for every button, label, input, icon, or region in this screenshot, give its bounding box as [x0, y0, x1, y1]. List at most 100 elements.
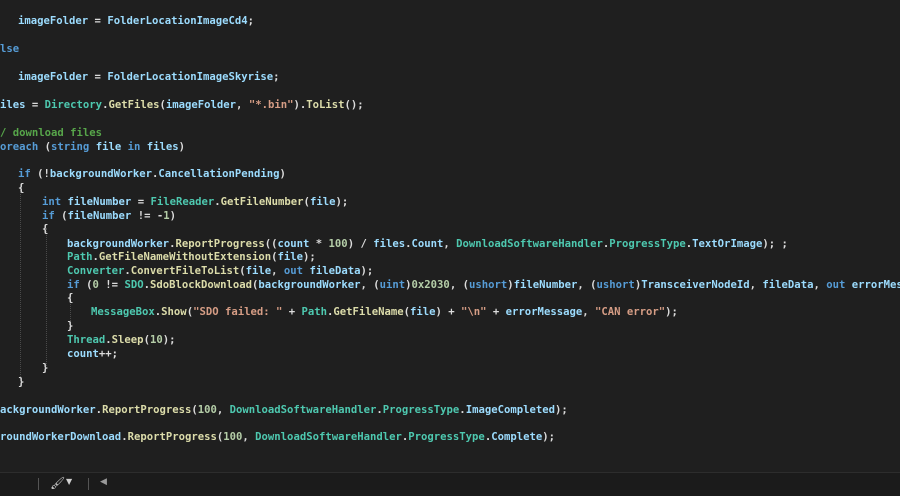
code-token: Show	[161, 306, 187, 318]
code-token: Thread	[67, 334, 106, 346]
code-token: imageFolder	[18, 15, 89, 27]
code-token: ,	[242, 431, 256, 443]
code-token: ConvertFileToList	[130, 265, 240, 277]
code-token: CancellationPending	[158, 168, 280, 180]
code-token: }	[67, 320, 74, 332]
code-line[interactable]: {	[67, 291, 73, 305]
code-line[interactable]: }	[42, 361, 48, 375]
code-token: ();	[344, 99, 364, 111]
code-line[interactable]: if (!backgroundWorker.CancellationPendin…	[18, 167, 286, 181]
code-token: ++;	[98, 348, 119, 360]
code-token: SdoBlockDownload	[149, 279, 253, 291]
code-token: fileNumber	[67, 210, 132, 222]
code-token: fileNumber	[67, 196, 132, 208]
code-line[interactable]: }	[18, 375, 24, 389]
code-token: errorMessage	[505, 306, 583, 318]
code-token: GetFiles	[108, 99, 160, 111]
code-line[interactable]: Thread.Sleep(10);	[67, 333, 175, 347]
code-line[interactable]: / download files	[0, 126, 102, 140]
code-line[interactable]: backgroundWorker.ReportProgress((count *…	[67, 237, 788, 251]
code-token: GetFileName	[333, 306, 404, 318]
code-line[interactable]: }	[67, 319, 73, 333]
code-token: (	[79, 279, 93, 291]
code-token: ) +	[435, 306, 462, 318]
code-token: oreach	[0, 141, 39, 153]
code-token: ,	[813, 279, 827, 291]
code-line[interactable]: lse	[0, 42, 19, 56]
code-token: Path	[301, 306, 328, 318]
code-token: ushort	[468, 279, 508, 291]
code-line[interactable]: {	[18, 181, 24, 195]
code-token: string	[51, 141, 90, 153]
code-line[interactable]: int fileNumber = FileReader.GetFileNumbe…	[42, 195, 348, 209]
code-token: Count	[411, 238, 444, 250]
code-token: }	[42, 362, 49, 374]
code-token: );	[554, 404, 568, 416]
code-token: Sleep	[111, 334, 144, 346]
code-token: file	[309, 196, 336, 208]
code-line[interactable]: count++;	[67, 347, 118, 361]
code-token: ProgressType	[408, 431, 485, 443]
triangle-left-icon[interactable]: ◀	[100, 477, 107, 487]
code-token: , (	[360, 279, 380, 291]
code-token: fileData	[762, 279, 814, 291]
code-token: 100	[223, 431, 243, 443]
code-token: ReportProgress	[127, 431, 217, 443]
code-line[interactable]: imageFolder = FolderLocationImageSkyrise…	[18, 70, 280, 84]
code-token: file	[409, 306, 436, 318]
code-token: DownloadSoftwareHandler	[456, 238, 603, 250]
code-token: / download files	[0, 127, 103, 139]
code-token: !=	[98, 279, 125, 291]
code-token: "CAN error"	[594, 306, 666, 318]
code-line[interactable]: iles = Directory.GetFiles(imageFolder, "…	[0, 98, 364, 112]
indent-guide	[20, 187, 21, 377]
code-line[interactable]: Converter.ConvertFileToList(file, out fi…	[67, 264, 373, 278]
code-token: backgroundWorker	[49, 168, 152, 180]
code-line[interactable]: Path.GetFileNameWithoutExtension(file);	[67, 250, 316, 264]
code-token: FolderLocationImageCd4	[107, 15, 248, 27]
code-token: ); ;	[762, 238, 788, 250]
code-token: ,	[443, 238, 457, 250]
code-token: backgroundWorker	[258, 279, 361, 291]
code-editor[interactable]: imageFolder = FolderLocationImageCd4; ls…	[0, 0, 900, 472]
code-line[interactable]: oreach (string file in files)	[0, 140, 185, 154]
code-line[interactable]: if (fileNumber != -1)	[42, 209, 176, 223]
code-line[interactable]: ackgroundWorker.ReportProgress(100, Down…	[0, 403, 568, 417]
code-token: ;	[247, 15, 255, 27]
code-token: ,	[216, 404, 230, 416]
code-token: Directory	[44, 99, 103, 111]
code-token: +	[282, 306, 302, 318]
code-token: )	[169, 210, 176, 222]
code-token: (	[38, 141, 52, 153]
code-token: count	[277, 238, 310, 250]
code-token: int	[42, 196, 62, 208]
caret-down-icon[interactable]: ▼	[66, 477, 72, 486]
code-token: (!	[30, 168, 50, 180]
code-token: *	[309, 238, 329, 250]
code-token: lse	[0, 43, 20, 55]
code-token: != -	[131, 210, 164, 222]
code-token: in	[127, 141, 141, 153]
code-token: {	[67, 292, 74, 304]
code-line[interactable]: roundWorkerDownload.ReportProgress(100, …	[0, 430, 555, 444]
code-token: 100	[328, 238, 348, 250]
code-token: out	[283, 265, 304, 277]
code-line[interactable]: if (0 != SDO.SdoBlockDownload(background…	[67, 278, 900, 292]
code-token: DownloadSoftwareHandler	[229, 404, 377, 416]
code-token: , (	[577, 279, 597, 291]
code-line[interactable]: MessageBox.Show("SDO failed: " + Path.Ge…	[91, 305, 678, 319]
code-token: );	[665, 306, 678, 318]
code-token: FolderLocationImageSkyrise	[107, 71, 274, 83]
code-token: "*.bin"	[248, 99, 294, 111]
code-line[interactable]: {	[42, 222, 48, 236]
indent-guide	[46, 228, 47, 366]
code-token: files	[146, 141, 179, 153]
code-token: );	[303, 251, 316, 263]
code-token: ;	[273, 71, 280, 83]
paintbrush-icon[interactable]: 🖌︎	[50, 476, 65, 490]
code-token: 100	[197, 404, 217, 416]
code-token: }	[18, 376, 25, 388]
code-token: );	[335, 196, 349, 208]
code-token: files	[373, 238, 406, 250]
code-line[interactable]: imageFolder = FolderLocationImageCd4;	[18, 14, 254, 28]
